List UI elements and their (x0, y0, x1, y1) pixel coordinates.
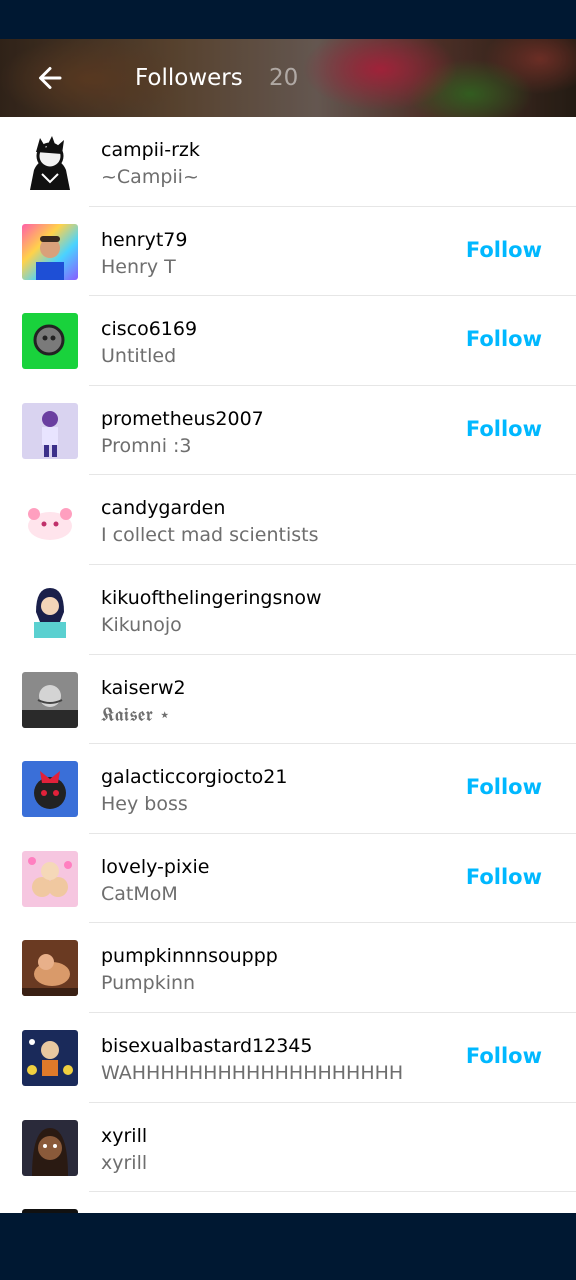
back-button[interactable] (34, 61, 68, 95)
list-item[interactable]: bisexualbastard12345 WAHHHHHHHHHHHHHHHHH… (0, 1013, 576, 1103)
avatar[interactable] (22, 1029, 78, 1086)
username: cisco6169 (101, 318, 198, 341)
status-bar (0, 0, 576, 39)
follow-button[interactable]: Follow (466, 774, 542, 800)
list-item[interactable]: pumpkinnnsouppp Pumpkinn (0, 923, 576, 1013)
avatar[interactable] (22, 492, 78, 549)
blog-title: I collect mad scientists (101, 524, 319, 547)
blog-title: Kikunojo (101, 613, 182, 636)
list-item[interactable] (0, 1192, 576, 1213)
page-title: Followers (135, 65, 243, 91)
follower-count: 20 (269, 65, 299, 91)
list-item[interactable]: lovely-pixie CatMoM Follow (0, 834, 576, 924)
username: lovely-pixie (101, 855, 210, 878)
username: bisexualbastard12345 (101, 1034, 313, 1057)
bottom-navigation-bar (0, 1213, 576, 1280)
avatar[interactable] (22, 313, 78, 370)
avatar[interactable] (22, 671, 78, 728)
follow-button[interactable]: Follow (466, 237, 542, 263)
list-item[interactable]: cisco6169 Untitled Follow (0, 296, 576, 386)
follow-button[interactable]: Follow (466, 326, 542, 352)
blog-title: 𝕶𝖆𝖎𝖘𝖊𝖗 ⋆ (101, 703, 171, 726)
list-item[interactable]: galacticcorgiocto21 Hey boss Follow (0, 744, 576, 834)
list-item[interactable]: henryt79 Henry T Follow (0, 207, 576, 297)
avatar[interactable] (22, 223, 78, 280)
username: henryt79 (101, 228, 188, 251)
list-item[interactable]: kikuofthelingeringsnow Kikunojo (0, 565, 576, 655)
blog-title: WAHHHHHHHHHHHHHHHHHHH (101, 1061, 404, 1084)
avatar[interactable] (22, 761, 78, 818)
list-item[interactable]: campii-rzk ~Campii~ (0, 117, 576, 207)
avatar[interactable] (22, 1119, 78, 1176)
username: kikuofthelingeringsnow (101, 586, 322, 609)
blog-title: Promni :3 (101, 434, 192, 457)
blog-title: Hey boss (101, 793, 188, 816)
avatar[interactable] (22, 850, 78, 907)
list-item[interactable]: candygarden I collect mad scientists (0, 475, 576, 565)
follow-button[interactable]: Follow (466, 864, 542, 890)
avatar[interactable] (22, 402, 78, 459)
username: kaiserw2 (101, 676, 186, 699)
avatar[interactable] (22, 940, 78, 997)
blog-title: Henry T (101, 255, 176, 278)
follow-button[interactable]: Follow (466, 416, 542, 442)
blog-title: ~Campii~ (101, 166, 199, 188)
blog-title: xyrill (101, 1151, 148, 1174)
blog-title: Untitled (101, 345, 177, 368)
header-banner: Followers 20 (0, 39, 576, 117)
username: galacticcorgiocto21 (101, 766, 288, 789)
arrow-left-icon (39, 67, 62, 89)
username: campii-rzk (101, 139, 200, 161)
username: xyrill (101, 1124, 148, 1147)
username: prometheus2007 (101, 407, 264, 430)
avatar[interactable] (22, 134, 78, 190)
blog-title: Pumpkinn (101, 972, 196, 995)
list-item[interactable]: prometheus2007 Promni :3 Follow (0, 386, 576, 476)
list-item[interactable]: kaiserw2 𝕶𝖆𝖎𝖘𝖊𝖗 ⋆ (0, 655, 576, 745)
username: pumpkinnnsouppp (101, 945, 278, 968)
follow-button[interactable]: Follow (466, 1043, 542, 1069)
list-item[interactable]: xyrill xyrill (0, 1103, 576, 1193)
followers-list: campii-rzk ~Campii~ henryt79 Henry T Fol… (0, 117, 576, 1213)
blog-title: CatMoM (101, 882, 178, 905)
avatar[interactable] (22, 581, 78, 638)
username: candygarden (101, 497, 226, 520)
